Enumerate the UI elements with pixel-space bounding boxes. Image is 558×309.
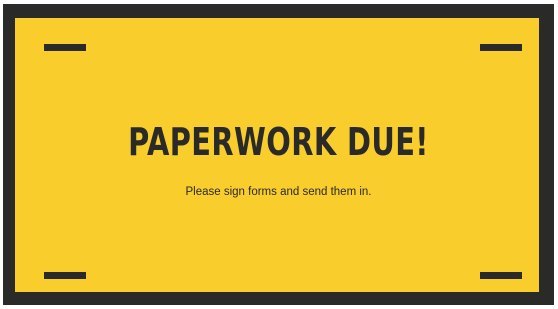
corner-mark-top-right bbox=[480, 44, 522, 51]
corner-mark-bottom-left bbox=[44, 272, 86, 279]
notice-headline: PAPERWORK DUE! bbox=[128, 120, 429, 164]
notice-frame: PAPERWORK DUE! Please sign forms and sen… bbox=[3, 4, 554, 305]
notice-subtitle: Please sign forms and send them in. bbox=[185, 186, 372, 198]
corner-mark-top-left bbox=[44, 44, 86, 51]
corner-mark-bottom-right bbox=[480, 272, 522, 279]
